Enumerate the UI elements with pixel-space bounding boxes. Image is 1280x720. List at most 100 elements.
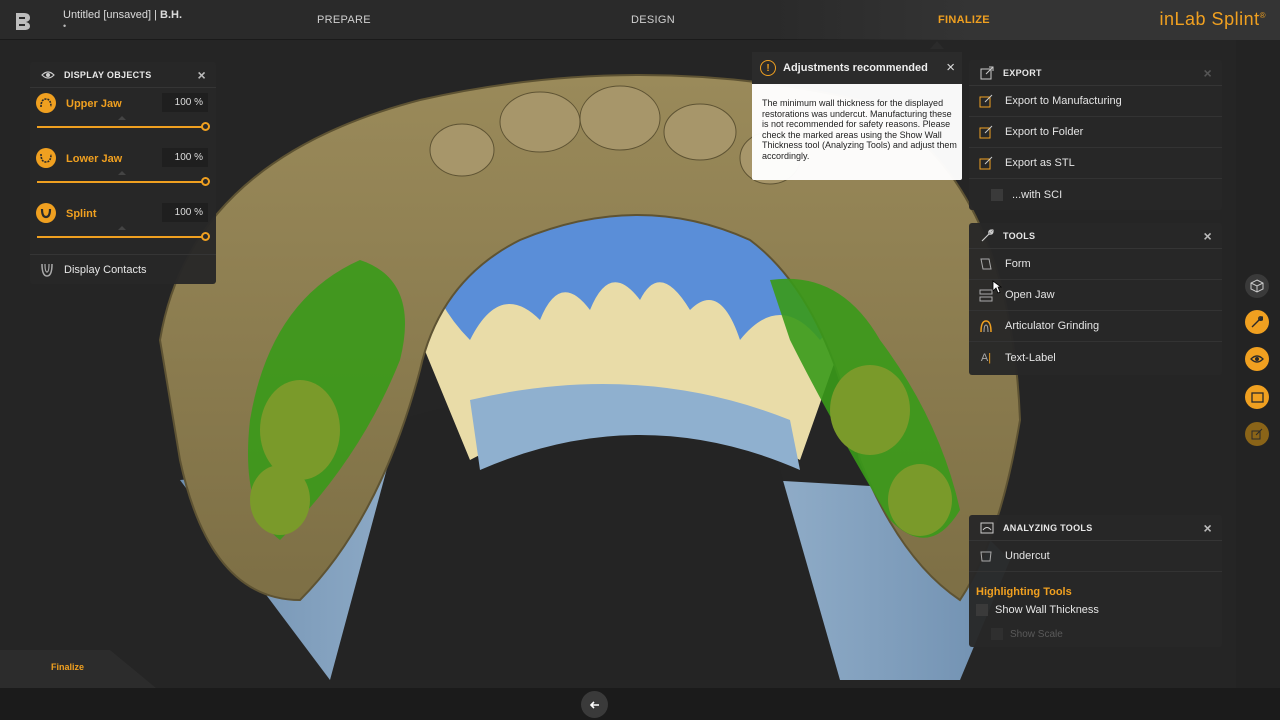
export-header: EXPORT × xyxy=(969,60,1222,86)
export-folder-label: Export to Folder xyxy=(1005,126,1084,138)
display-objects-panel: DISPLAY OBJECTS × Upper Jaw 100 % Lower … xyxy=(30,62,216,284)
step-pointer xyxy=(930,41,944,49)
splint-opacity-slider[interactable] xyxy=(37,236,205,238)
back-arrow-icon[interactable] xyxy=(581,691,608,718)
with-sci-option[interactable]: ...with SCI xyxy=(969,179,1222,210)
highlighting-tools-title: Highlighting Tools xyxy=(976,586,1072,598)
analyze-toggle-icon[interactable] xyxy=(1245,385,1269,409)
display-object-lower-jaw: Lower Jaw 100 % xyxy=(30,143,216,198)
show-wall-thickness-option[interactable]: Show Wall Thickness xyxy=(969,601,1099,619)
show-scale-option: Show Scale xyxy=(969,626,1063,642)
app-logo-icon xyxy=(16,13,30,30)
analyze-icon xyxy=(979,521,995,535)
close-icon[interactable]: × xyxy=(946,59,955,76)
eye-toggle-icon[interactable] xyxy=(1245,347,1269,371)
undercut-icon xyxy=(977,548,995,564)
lower-jaw-slider-handle[interactable] xyxy=(201,177,210,186)
show-wall-thickness-label: Show Wall Thickness xyxy=(995,604,1099,616)
slider-notch xyxy=(118,171,126,175)
export-title: EXPORT xyxy=(1003,67,1042,78)
display-object-upper-jaw: Upper Jaw 100 % xyxy=(30,88,216,143)
analyzing-tools-title: ANALYZING TOOLS xyxy=(1003,522,1093,533)
upper-jaw-opacity-field[interactable]: 100 % xyxy=(162,93,208,112)
show-scale-label: Show Scale xyxy=(1010,628,1063,640)
close-icon[interactable]: × xyxy=(1204,229,1212,243)
contacts-icon xyxy=(39,262,55,278)
top-bar: Untitled [unsaved] | B.H. • PREPARE DESI… xyxy=(0,0,1280,40)
phase-label: Finalize xyxy=(51,662,85,672)
eye-icon xyxy=(40,68,56,82)
right-toolbar xyxy=(1236,40,1280,688)
export-stl-label: Export as STL xyxy=(1005,157,1075,169)
with-sci-checkbox[interactable] xyxy=(991,188,1003,201)
brand-text: inLab Splint xyxy=(1159,9,1260,29)
document-name: Untitled [unsaved] | xyxy=(63,9,157,21)
export-panel: EXPORT × Export to Manufacturing Export … xyxy=(969,60,1222,210)
tool-open-jaw-button[interactable]: Open Jaw xyxy=(969,280,1222,311)
upper-jaw-opacity-slider[interactable] xyxy=(37,126,205,128)
display-object-splint: Splint 100 % xyxy=(30,198,216,253)
splint-icon[interactable] xyxy=(36,203,56,223)
lower-jaw-opacity-field[interactable]: 100 % xyxy=(162,148,208,167)
warning-header: ! Adjustments recommended × xyxy=(752,52,962,84)
brand-trademark: ® xyxy=(1259,11,1266,20)
warning-title: Adjustments recommended xyxy=(783,62,928,74)
analyzing-tools-panel: ANALYZING TOOLS × Undercut Highlighting … xyxy=(969,515,1222,647)
export-to-manufacturing-button[interactable]: Export to Manufacturing xyxy=(969,86,1222,117)
folder-export-icon xyxy=(977,124,995,140)
tools-title: TOOLS xyxy=(1003,230,1036,241)
export-toggle-icon[interactable] xyxy=(1245,422,1269,446)
document-title: Untitled [unsaved] | B.H. xyxy=(63,9,182,21)
tool-articulator-grinding-button[interactable]: Articulator Grinding xyxy=(969,311,1222,342)
export-to-folder-button[interactable]: Export to Folder xyxy=(969,117,1222,148)
unsaved-marker: • xyxy=(63,21,67,31)
display-objects-title: DISPLAY OBJECTS xyxy=(64,69,152,80)
tool-text-label-button[interactable]: A | Text-Label xyxy=(969,342,1222,373)
splint-slider-handle[interactable] xyxy=(201,232,210,241)
display-contacts-label: Display Contacts xyxy=(64,263,147,276)
lower-jaw-opacity-slider[interactable] xyxy=(37,181,205,183)
upper-jaw-label: Upper Jaw xyxy=(66,98,122,110)
show-scale-checkbox xyxy=(991,628,1003,640)
mouse-cursor-icon xyxy=(992,280,1002,294)
form-icon xyxy=(977,256,995,272)
tool-articulator-label: Articulator Grinding xyxy=(1005,320,1100,332)
tool-form-label: Form xyxy=(1005,258,1031,270)
step-finalize[interactable]: FINALIZE xyxy=(938,14,990,26)
upper-jaw-slider-handle[interactable] xyxy=(201,122,210,131)
step-prepare[interactable]: PREPARE xyxy=(317,14,371,26)
export-manufacturing-label: Export to Manufacturing xyxy=(1005,95,1122,107)
bottom-bar xyxy=(0,688,1280,720)
brand-name: inLab Splint® xyxy=(1160,9,1266,30)
step-design[interactable]: DESIGN xyxy=(631,14,675,26)
display-contacts-toggle[interactable]: Display Contacts xyxy=(30,254,216,284)
slider-notch xyxy=(118,226,126,230)
analyzing-tools-header: ANALYZING TOOLS × xyxy=(969,515,1222,541)
export-as-stl-button[interactable]: Export as STL xyxy=(969,148,1222,179)
display-objects-header: DISPLAY OBJECTS × xyxy=(30,62,216,88)
undercut-button[interactable]: Undercut xyxy=(969,541,1222,572)
tools-panel: TOOLS × Form Open Jaw Articulator Grindi… xyxy=(969,223,1222,375)
text-label-icon: A | xyxy=(980,351,992,364)
wrench-icon xyxy=(979,228,995,243)
tools-toggle-icon[interactable] xyxy=(1245,310,1269,334)
tool-form-button[interactable]: Form xyxy=(969,249,1222,280)
tool-open-jaw-label: Open Jaw xyxy=(1005,289,1055,301)
manufacturing-icon xyxy=(977,93,995,109)
articulator-icon xyxy=(977,318,995,334)
close-icon[interactable]: × xyxy=(1204,521,1212,535)
adjustments-warning-dialog: ! Adjustments recommended × The minimum … xyxy=(752,52,962,180)
upper-jaw-icon[interactable] xyxy=(36,93,56,113)
lower-jaw-icon[interactable] xyxy=(36,148,56,168)
close-icon[interactable]: × xyxy=(1204,66,1212,80)
splint-opacity-field[interactable]: 100 % xyxy=(162,203,208,222)
warning-message: The minimum wall thickness for the displ… xyxy=(762,98,957,161)
close-icon[interactable]: × xyxy=(198,68,206,82)
tools-header: TOOLS × xyxy=(969,223,1222,249)
cube-view-icon[interactable] xyxy=(1245,274,1269,298)
show-wall-thickness-checkbox[interactable] xyxy=(976,604,988,616)
patient-initials: B.H. xyxy=(160,9,183,21)
undercut-label: Undercut xyxy=(1005,550,1050,562)
splint-label: Splint xyxy=(66,208,97,220)
slider-notch xyxy=(118,116,126,120)
